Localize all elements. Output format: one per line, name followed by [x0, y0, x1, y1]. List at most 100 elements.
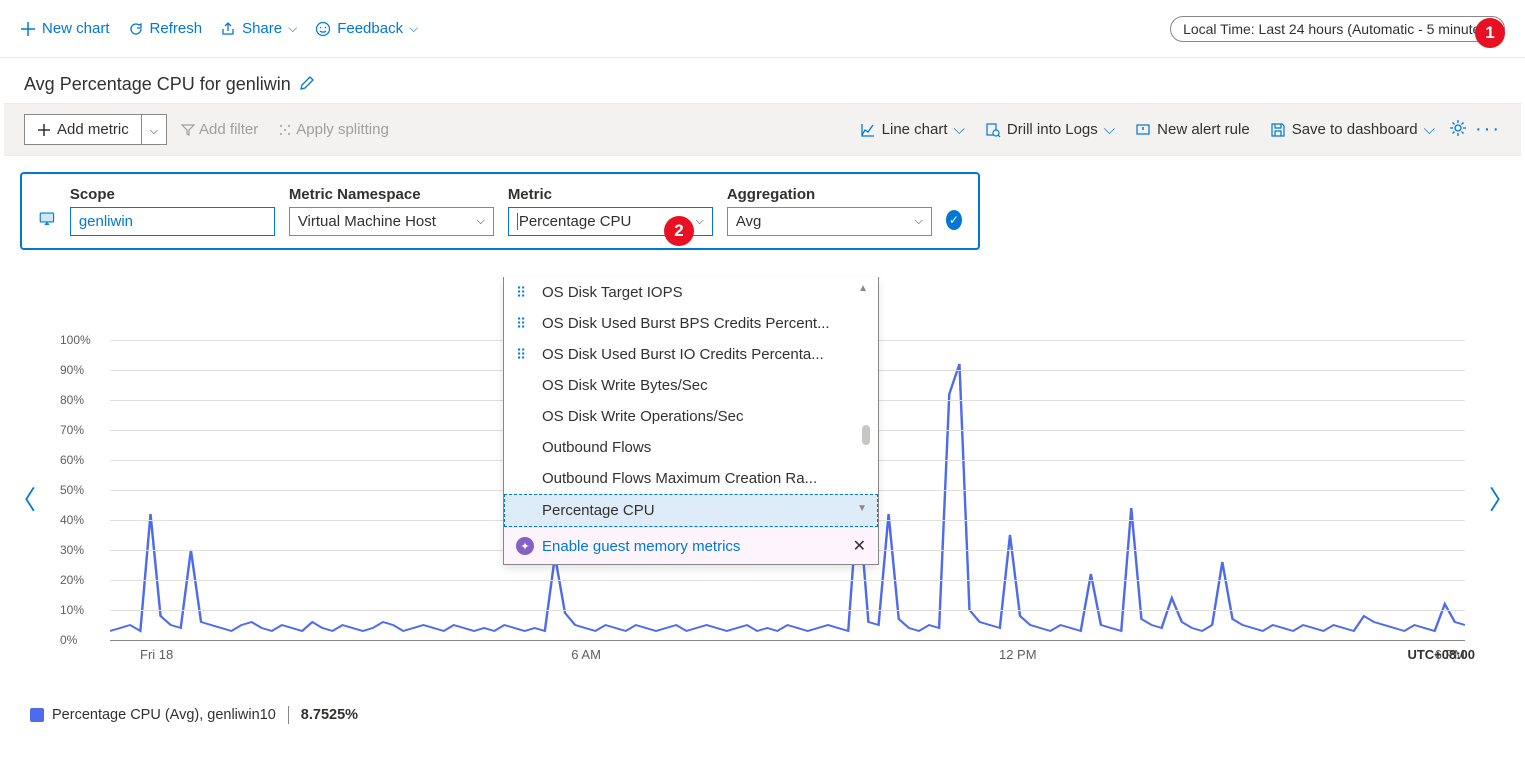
new-alert-label: New alert rule	[1157, 121, 1250, 138]
gear-icon	[1449, 119, 1467, 137]
filter-icon	[181, 123, 195, 137]
metric-option[interactable]: Outbound Flows Maximum Creation Ra...	[504, 463, 878, 494]
scatter-icon: ⠿	[516, 315, 526, 332]
close-icon[interactable]: ✕	[853, 536, 866, 556]
save-icon	[1270, 122, 1286, 138]
chevron-down-icon: ⌵	[1104, 121, 1115, 138]
chevron-down-icon: ⌵	[1424, 121, 1435, 138]
y-tick: 0%	[60, 633, 77, 647]
chart-title: Avg Percentage CPU for genliwin	[24, 74, 291, 95]
metric-option[interactable]: ⠿ OS Disk Used Burst BPS Credits Percent.…	[504, 308, 878, 339]
logs-icon	[985, 122, 1001, 138]
x-axis-labels: Fri 18 6 AM 12 PM 6 PM	[140, 647, 1465, 662]
new-chart-button[interactable]: New chart	[20, 20, 110, 37]
chevron-down-icon: ⌵	[914, 215, 922, 228]
time-range-selector[interactable]: Local Time: Last 24 hours (Automatic - 5…	[1170, 16, 1505, 42]
metric-option-label: Percentage CPU	[542, 502, 655, 519]
y-tick: 10%	[60, 603, 84, 617]
plus-icon	[20, 21, 36, 37]
add-filter-button: Add filter	[175, 121, 264, 138]
y-tick: 90%	[60, 363, 84, 377]
metric-value: Percentage CPU	[517, 213, 632, 230]
save-to-dashboard-button[interactable]: Save to dashboard ⌵	[1264, 121, 1441, 138]
y-tick: 30%	[60, 543, 84, 557]
next-time-range-button[interactable]: 〉	[1489, 480, 1515, 517]
more-options-button[interactable]: ···	[1475, 118, 1501, 141]
add-metric-label: Add metric	[57, 121, 129, 138]
edit-title-button[interactable]	[299, 75, 315, 94]
metric-option-label: OS Disk Write Bytes/Sec	[542, 377, 708, 394]
split-icon	[278, 123, 292, 137]
chart-type-label: Line chart	[882, 121, 948, 138]
metric-option-label: Outbound Flows	[542, 439, 651, 456]
new-chart-label: New chart	[42, 20, 110, 37]
enable-guest-metrics-link[interactable]: ✦ Enable guest memory metrics ✕	[504, 527, 878, 564]
chart-type-button[interactable]: Line chart ⌵	[854, 121, 971, 138]
scatter-icon: ⠿	[516, 284, 526, 301]
scope-selector[interactable]: genliwin	[70, 207, 275, 236]
alert-icon	[1135, 122, 1151, 138]
chevron-down-icon: ⌵	[409, 21, 418, 36]
drill-logs-label: Drill into Logs	[1007, 121, 1098, 138]
settings-button[interactable]	[1449, 119, 1467, 140]
refresh-label: Refresh	[150, 20, 203, 37]
metric-selector-panel: Scope genliwin Metric Namespace Virtual …	[20, 172, 980, 250]
y-tick: 80%	[60, 393, 84, 407]
smiley-icon	[315, 21, 331, 37]
y-tick: 60%	[60, 453, 84, 467]
metric-option[interactable]: OS Disk Write Bytes/Sec	[504, 370, 878, 401]
add-metric-button[interactable]: Add metric	[24, 114, 142, 145]
metric-option-label: OS Disk Used Burst BPS Credits Percent..…	[542, 315, 830, 332]
y-tick: 20%	[60, 573, 84, 587]
refresh-button[interactable]: Refresh	[128, 20, 203, 37]
share-icon	[220, 21, 236, 37]
y-tick: 70%	[60, 423, 84, 437]
share-label: Share	[242, 20, 282, 37]
x-tick: Fri 18	[140, 647, 173, 662]
namespace-selector[interactable]: Virtual Machine Host ⌵	[289, 207, 494, 236]
add-filter-label: Add filter	[199, 121, 258, 138]
metric-option[interactable]: Outbound Flows	[504, 432, 878, 463]
scope-value: genliwin	[79, 213, 133, 230]
metric-option-label: OS Disk Write Operations/Sec	[542, 408, 743, 425]
confirm-check-icon[interactable]: ✓	[946, 210, 962, 230]
share-button[interactable]: Share ⌵	[220, 20, 297, 37]
new-alert-rule-button[interactable]: New alert rule	[1129, 121, 1256, 138]
scope-label: Scope	[70, 186, 275, 203]
gridline	[110, 640, 1465, 641]
divider	[288, 706, 289, 724]
metric-label: Metric	[508, 186, 713, 203]
save-dashboard-label: Save to dashboard	[1292, 121, 1418, 138]
metric-option-label: Outbound Flows Maximum Creation Ra...	[542, 470, 817, 487]
metric-option[interactable]: ⠿ OS Disk Used Burst IO Credits Percenta.…	[504, 339, 878, 370]
enable-guest-metrics-label: Enable guest memory metrics	[542, 538, 740, 555]
y-tick: 40%	[60, 513, 84, 527]
top-command-bar: New chart Refresh Share ⌵ Feedback ⌵ Loc…	[0, 0, 1525, 58]
y-tick: 50%	[60, 483, 84, 497]
gridline	[110, 610, 1465, 611]
feedback-button[interactable]: Feedback ⌵	[315, 20, 418, 37]
time-range-label: Local Time: Last 24 hours (Automatic - 5…	[1183, 21, 1492, 37]
pencil-icon	[299, 75, 315, 91]
legend-series-value: 8.7525%	[301, 707, 358, 723]
apply-splitting-label: Apply splitting	[296, 121, 389, 138]
x-tick: 6 AM	[571, 647, 601, 662]
add-metric-dropdown-button[interactable]: ⌵	[142, 114, 167, 145]
metric-option-selected[interactable]: Percentage CPU	[504, 494, 878, 527]
previous-time-range-button[interactable]: 〈	[10, 480, 36, 517]
scatter-icon: ⠿	[516, 346, 526, 363]
metric-option-label: OS Disk Used Burst IO Credits Percenta..…	[542, 346, 824, 363]
metric-option[interactable]: ⠿OS Disk Target IOPS	[504, 277, 878, 308]
drill-logs-button[interactable]: Drill into Logs ⌵	[979, 121, 1121, 138]
aggregation-label: Aggregation	[727, 186, 932, 203]
namespace-value: Virtual Machine Host	[298, 213, 436, 230]
compass-icon: ✦	[516, 537, 534, 555]
y-tick: 100%	[60, 333, 91, 347]
refresh-icon	[128, 21, 144, 37]
metric-option[interactable]: OS Disk Write Operations/Sec	[504, 401, 878, 432]
chevron-down-icon: ⌵	[150, 125, 158, 137]
aggregation-selector[interactable]: Avg ⌵	[727, 207, 932, 236]
feedback-label: Feedback	[337, 20, 403, 37]
plus-icon	[37, 123, 51, 137]
chevron-down-icon: ⌵	[288, 21, 297, 36]
